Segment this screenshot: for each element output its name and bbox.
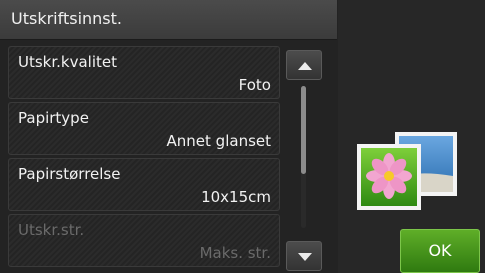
setting-label: Papirstørrelse [18, 165, 121, 183]
scroll-down-button[interactable] [286, 241, 322, 271]
setting-value: 10x15cm [201, 188, 271, 206]
page-title: Utskriftsinnst. [11, 9, 122, 28]
header-bar: Utskriftsinnst. [0, 0, 337, 40]
setting-value: Foto [238, 76, 271, 94]
setting-label: Utskr.kvalitet [18, 53, 118, 71]
arrow-down-icon [298, 253, 312, 261]
settings-list: Utskr.kvalitet Foto Papirtype Annet glan… [8, 46, 280, 273]
scrollbar [286, 46, 322, 273]
scroll-up-button[interactable] [286, 50, 322, 80]
setting-label: Utskr.str. [18, 221, 85, 239]
setting-print-size: Utskr.str. Maks. str. [8, 214, 280, 267]
setting-label: Papirtype [18, 109, 89, 127]
setting-value: Annet glanset [166, 132, 271, 150]
photo-icon [357, 132, 457, 210]
setting-print-quality[interactable]: Utskr.kvalitet Foto [8, 46, 280, 99]
arrow-up-icon [298, 62, 312, 70]
scroll-track[interactable] [301, 86, 306, 228]
scroll-thumb[interactable] [301, 86, 306, 174]
setting-paper-size[interactable]: Papirstørrelse 10x15cm [8, 158, 280, 211]
setting-paper-type[interactable]: Papirtype Annet glanset [8, 102, 280, 155]
setting-value: Maks. str. [199, 244, 271, 262]
ok-button[interactable]: OK [400, 229, 480, 273]
